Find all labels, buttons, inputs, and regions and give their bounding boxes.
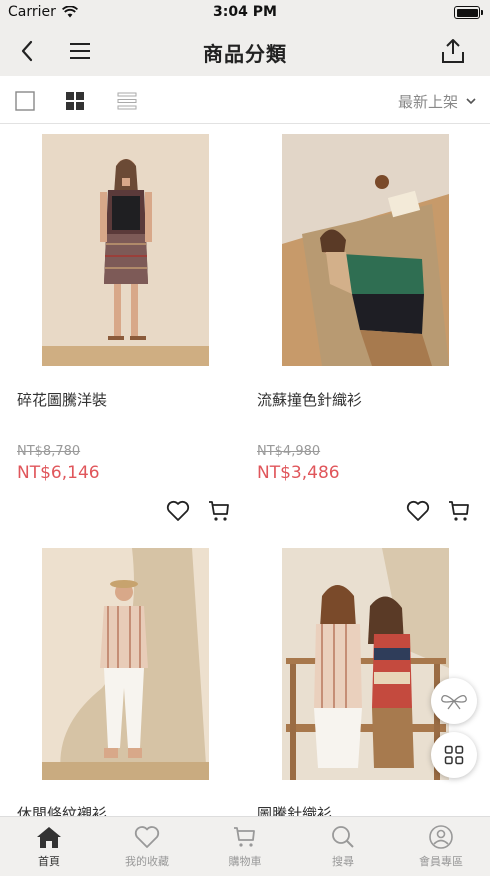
favorite-button[interactable]	[405, 498, 431, 524]
single-view-button[interactable]	[14, 90, 36, 112]
cart-icon	[209, 501, 229, 521]
list-view-button[interactable]	[116, 90, 138, 112]
status-time: 3:04 PM	[213, 4, 277, 20]
sale-price: NT$3,486	[257, 463, 340, 483]
product-image[interactable]	[42, 134, 209, 366]
product-image[interactable]	[282, 134, 449, 366]
product-name[interactable]: 碎花圖騰洋裝	[17, 389, 107, 410]
share-icon	[442, 39, 464, 63]
heart-icon	[134, 826, 160, 848]
home-icon	[37, 827, 61, 848]
product-name[interactable]: 流蘇撞色針織衫	[257, 389, 362, 410]
product-image[interactable]	[282, 548, 449, 780]
add-to-cart-button[interactable]	[206, 498, 232, 524]
tab-favorites[interactable]: 我的收藏	[98, 817, 196, 876]
chevron-down-icon	[466, 98, 476, 105]
search-icon	[332, 826, 354, 848]
product-name[interactable]: 圖騰針織衫	[257, 803, 332, 816]
bottom-tab-bar: 首頁 我的收藏 購物車 搜尋 會員專區	[0, 816, 490, 876]
product-card[interactable]: 休閒條紋襯衫	[0, 538, 240, 816]
cart-icon	[449, 501, 469, 521]
grid-view-button[interactable]	[64, 90, 86, 112]
tab-label: 我的收藏	[125, 855, 169, 868]
status-bar: Carrier 3:04 PM	[0, 0, 490, 26]
tab-label: 會員專區	[419, 855, 463, 868]
battery-icon	[454, 6, 483, 19]
product-photo-pattern-knit	[282, 548, 449, 780]
product-image[interactable]	[42, 548, 209, 780]
navigation-bar: 商品分類	[0, 26, 490, 76]
tab-label: 搜尋	[332, 855, 354, 868]
tab-label: 購物車	[228, 855, 262, 868]
sort-label: 最新上架	[397, 93, 458, 111]
cart-icon	[234, 827, 255, 847]
list-view-icon	[117, 92, 137, 110]
gift-float-button[interactable]	[431, 678, 477, 724]
tab-label: 首頁	[38, 855, 60, 868]
product-grid: 碎花圖騰洋裝 NT$8,780 NT$6,146 流蘇撞色針織衫 NT$4,98…	[0, 124, 490, 816]
share-button[interactable]	[436, 34, 470, 68]
tab-home[interactable]: 首頁	[0, 817, 98, 876]
tab-member[interactable]: 會員專區	[392, 817, 490, 876]
product-photo-shirt	[42, 548, 209, 780]
product-photo-dress	[42, 134, 209, 366]
category-float-button[interactable]	[431, 732, 477, 778]
original-price: NT$4,980	[257, 444, 321, 459]
ribbon-bow-icon	[441, 694, 467, 710]
favorite-button[interactable]	[165, 498, 191, 524]
grid-view-icon	[66, 92, 84, 110]
sort-dropdown[interactable]: 最新上架	[398, 91, 476, 112]
page-title: 商品分類	[203, 42, 287, 66]
view-toolbar: 最新上架	[0, 76, 490, 124]
original-price: NT$8,780	[17, 444, 81, 459]
product-card[interactable]: 流蘇撞色針織衫 NT$4,980 NT$3,486	[240, 124, 480, 524]
user-icon	[429, 825, 453, 849]
product-name[interactable]: 休閒條紋襯衫	[17, 803, 107, 816]
sale-price: NT$6,146	[17, 463, 100, 483]
tab-search[interactable]: 搜尋	[294, 817, 392, 876]
single-view-icon	[15, 91, 35, 111]
product-photo-knit	[282, 134, 449, 366]
tab-cart[interactable]: 購物車	[196, 817, 294, 876]
product-card[interactable]: 碎花圖騰洋裝 NT$8,780 NT$6,146	[0, 124, 240, 524]
heart-icon	[166, 500, 190, 521]
heart-icon	[406, 500, 430, 521]
add-to-cart-button[interactable]	[446, 498, 472, 524]
grid-menu-icon	[444, 745, 464, 765]
